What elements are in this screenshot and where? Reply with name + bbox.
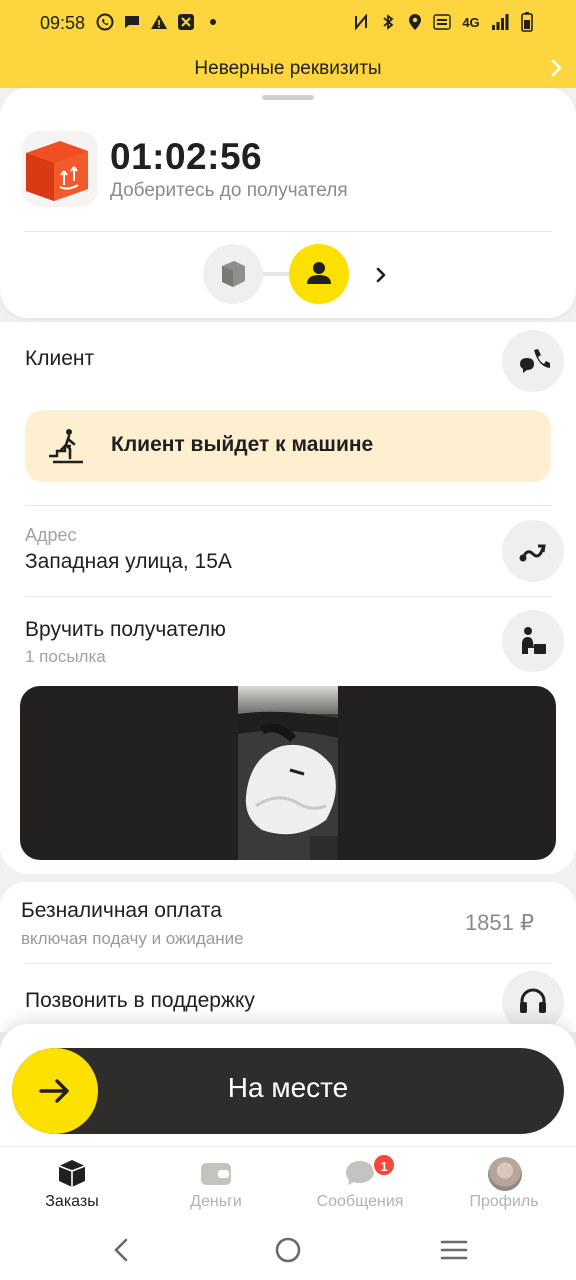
warning-icon — [150, 12, 168, 32]
parcel-photo[interactable] — [20, 686, 556, 860]
home-button[interactable] — [268, 1234, 308, 1266]
step-recipient[interactable] — [289, 244, 349, 304]
divider — [25, 505, 552, 506]
back-button[interactable] — [102, 1234, 142, 1266]
system-navigation-bar — [0, 1222, 576, 1280]
client-label: Клиент — [25, 347, 95, 370]
back-icon — [114, 1238, 128, 1262]
chat-icon — [344, 1157, 376, 1189]
phone-chat-icon — [520, 349, 550, 373]
action-panel: На месте — [0, 1024, 576, 1146]
headset-icon — [520, 988, 546, 1013]
divider — [25, 963, 552, 964]
4g-icon: 4G — [462, 14, 480, 30]
bottom-tab-bar: Заказы Деньги 1 Сообщения Профиль — [0, 1146, 576, 1222]
orders-icon — [56, 1157, 88, 1189]
status-time: 09:58 — [40, 13, 86, 33]
handover-button[interactable] — [502, 610, 564, 672]
tab-money-label: Деньги — [190, 1193, 242, 1210]
notification-icons — [96, 12, 222, 32]
app-icon — [177, 12, 195, 32]
tab-orders-label: Заказы — [45, 1193, 99, 1210]
battery-icon — [518, 12, 536, 32]
order-header-card: 01:02:56 Доберитесь до получателя — [0, 88, 576, 318]
tab-messages[interactable]: 1 Сообщения — [288, 1147, 432, 1223]
unread-badge: 1 — [372, 1153, 396, 1177]
tab-orders[interactable]: Заказы — [0, 1147, 144, 1223]
payment-amount: 1851 ₽ — [464, 910, 534, 935]
divider — [24, 231, 552, 232]
divider — [25, 596, 552, 597]
signal-icon — [491, 12, 509, 32]
handover-icon — [522, 627, 546, 654]
chevron-right-icon — [546, 56, 566, 80]
address-value[interactable]: Западная улица, 15А — [25, 550, 232, 574]
payment-note: включая подачу и ожидание — [21, 929, 244, 948]
route-icon — [519, 544, 546, 562]
banner-text: Неверные реквизиты — [194, 58, 382, 79]
support-call-label[interactable]: Позвонить в поддержку — [25, 989, 255, 1013]
step-pickup[interactable] — [203, 244, 263, 304]
tab-money[interactable]: Деньги — [144, 1147, 288, 1223]
volte-icon — [433, 12, 451, 32]
arrived-slider[interactable]: На месте — [12, 1048, 564, 1134]
call-client-button[interactable] — [502, 330, 564, 392]
tab-profile-label: Профиль — [469, 1193, 539, 1210]
chevron-right-icon[interactable] — [372, 264, 392, 286]
route-button[interactable] — [502, 520, 564, 582]
order-timer: 01:02:56 — [110, 136, 263, 177]
dot-icon — [204, 12, 222, 32]
walking-person-icon — [47, 426, 85, 466]
payment-card: Безналичная оплата включая подачу и ожид… — [0, 882, 576, 1033]
arrived-label: На месте — [227, 1072, 349, 1103]
recents-button[interactable] — [434, 1234, 474, 1266]
parcel-count: 1 посылка — [25, 647, 106, 666]
drag-handle[interactable] — [262, 95, 314, 100]
whatsapp-icon — [96, 12, 114, 32]
tab-messages-label: Сообщения — [316, 1193, 404, 1210]
location-icon — [406, 12, 424, 32]
handover-title: Вручить получателю — [25, 618, 226, 641]
message-icon — [123, 12, 141, 32]
payment-method: Безналичная оплата — [21, 899, 222, 922]
home-icon — [275, 1237, 301, 1263]
order-status-subtitle: Доберитесь до получателя — [110, 180, 348, 201]
wallet-icon — [200, 1157, 232, 1189]
system-icons: 4G — [352, 12, 536, 32]
menu-icon — [440, 1240, 468, 1260]
step-connector — [263, 272, 291, 276]
tab-profile[interactable]: Профиль — [432, 1147, 576, 1223]
invalid-details-banner[interactable]: Неверные реквизиты — [0, 48, 576, 88]
client-notice: Клиент выйдет к машине — [25, 410, 551, 482]
order-details-card: Клиент Клиент выйдет к машине Адрес Запа… — [0, 322, 576, 874]
package-icon — [22, 131, 98, 207]
avatar — [488, 1157, 522, 1191]
bluetooth-icon — [379, 12, 397, 32]
status-bar: 09:58 4G — [0, 0, 576, 48]
nfc-icon — [352, 12, 370, 32]
client-notice-text: Клиент выйдет к машине — [111, 433, 374, 456]
address-label: Адрес — [25, 525, 77, 545]
